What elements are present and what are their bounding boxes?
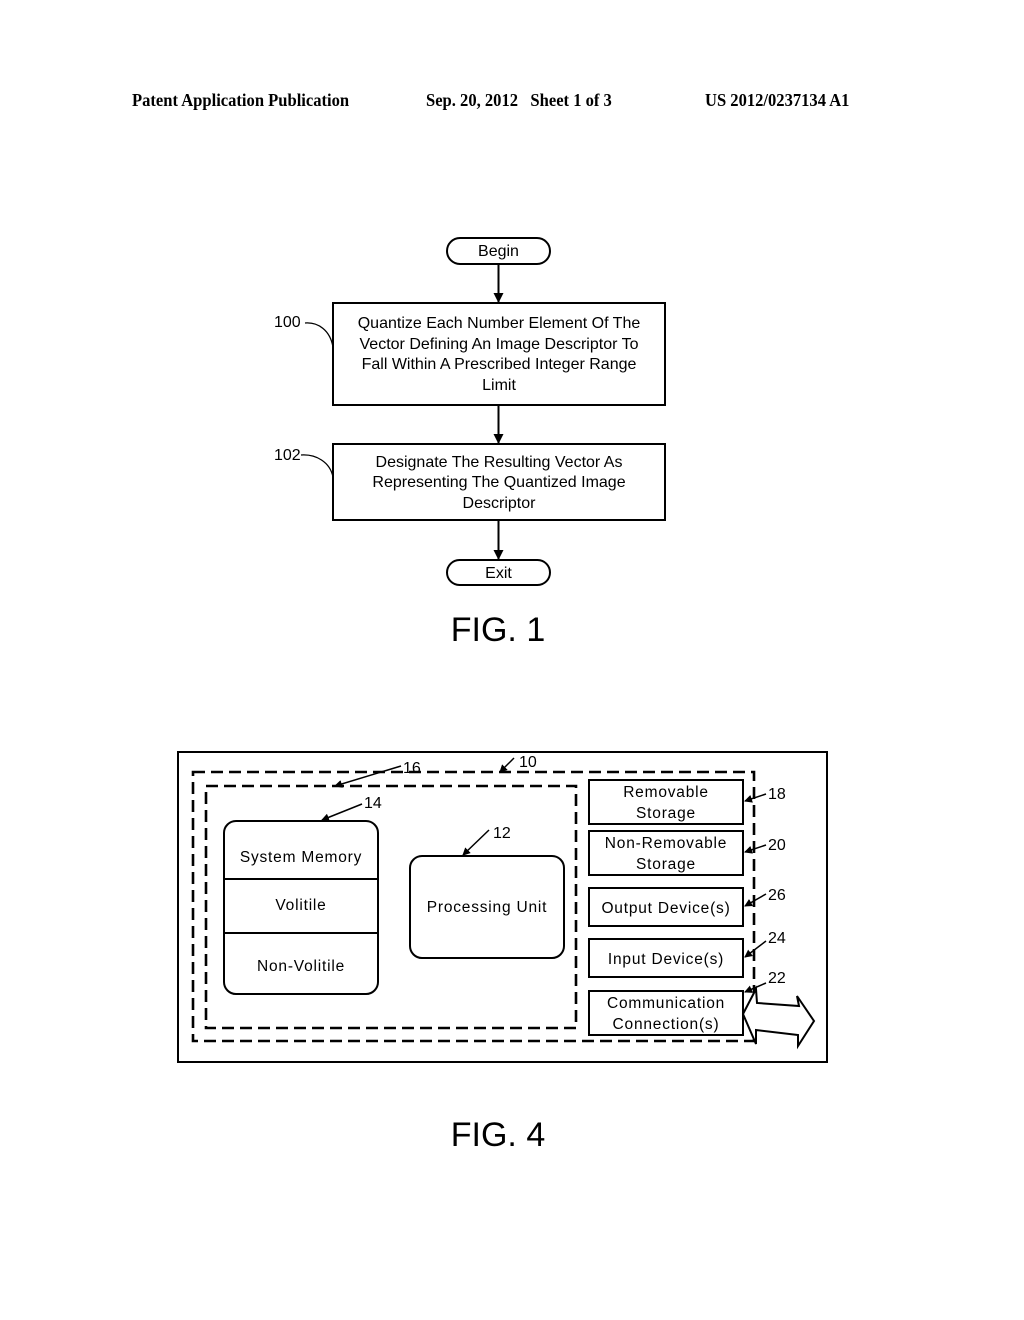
exit-label: Exit: [485, 565, 512, 582]
fig4-label: FIG. 4: [451, 1116, 545, 1154]
removable-storage-line-2: Storage: [636, 805, 696, 822]
step-100-line-4: Limit: [482, 377, 516, 394]
begin-label: Begin: [478, 243, 519, 260]
ref-18: 18: [768, 786, 786, 803]
output-devices-label: Output Device(s): [601, 900, 730, 917]
fig1-label: FIG. 1: [451, 611, 545, 649]
input-devices-label: Input Device(s): [608, 951, 724, 968]
processing-unit-label: Processing Unit: [427, 899, 548, 916]
ref-16: 16: [403, 760, 421, 777]
drawing-sheet: Begin Quantize Each Number Element Of Th…: [177, 237, 828, 1154]
step-102-line-1: Designate The Resulting Vector As: [376, 454, 623, 471]
step-102-line-2: Representing The Quantized Image: [372, 474, 625, 491]
communication-line-1: Communication: [607, 995, 725, 1012]
non-removable-storage-line-2: Storage: [636, 856, 696, 873]
leader-102: [300, 454, 334, 478]
step-100-line-2: Vector Defining An Image Descriptor To: [360, 336, 639, 353]
fig1-flowchart: Begin Quantize Each Number Element Of Th…: [274, 237, 666, 649]
removable-storage-line-1: Removable: [623, 784, 709, 801]
non-removable-storage-line-1: Non-Removable: [605, 835, 727, 852]
ref-20: 20: [768, 837, 786, 854]
fig4-block-diagram: 10 16 System Memory Volitile Non-Volitil…: [177, 751, 828, 1154]
ref-100: 100: [274, 314, 301, 331]
step-100-line-1: Quantize Each Number Element Of The: [358, 315, 641, 332]
volatile-memory-label: Volitile: [275, 897, 326, 914]
ref-12: 12: [493, 825, 511, 842]
ref-24: 24: [768, 930, 786, 947]
ref-22: 22: [768, 970, 786, 987]
non-volatile-memory-label: Non-Volitile: [257, 958, 345, 975]
step-100-line-3: Fall Within A Prescribed Integer Range: [362, 356, 637, 373]
step-102-line-3: Descriptor: [463, 495, 537, 512]
ref-10: 10: [519, 754, 537, 771]
system-memory-title: System Memory: [240, 849, 362, 866]
leader-100: [304, 322, 334, 348]
ref-102: 102: [274, 447, 301, 464]
ref-14: 14: [364, 795, 382, 812]
ref-26: 26: [768, 887, 786, 904]
communication-line-2: Connection(s): [613, 1016, 720, 1033]
